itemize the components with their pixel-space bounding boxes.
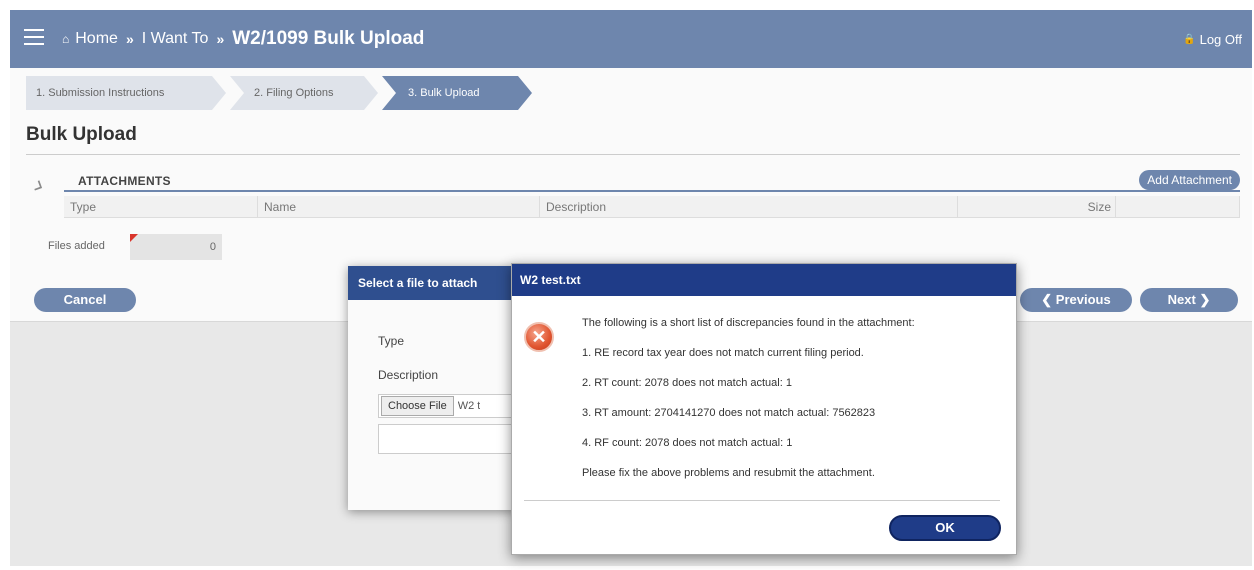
- logoff-label: Log Off: [1199, 31, 1242, 47]
- paperclip-icon: ⌟: [25, 165, 46, 196]
- error-message: The following is a short list of discrep…: [582, 316, 915, 496]
- error-dialog-title: W2 test.txt: [512, 264, 1016, 296]
- step-submission-instructions[interactable]: 1. Submission Instructions: [26, 76, 226, 110]
- column-header-description[interactable]: Description: [540, 196, 958, 217]
- chevron-right-icon: ❯: [1199, 292, 1211, 307]
- wizard-steps: 1. Submission Instructions 2. Filing Opt…: [26, 76, 536, 110]
- column-header-blank: [1116, 196, 1240, 217]
- lock-icon: 🔒: [1183, 33, 1196, 45]
- breadcrumb-separator: »: [125, 31, 134, 47]
- choose-file-button[interactable]: Choose File: [381, 396, 454, 416]
- chevron-left-icon: ❮: [1041, 292, 1053, 307]
- breadcrumb-home[interactable]: Home: [75, 30, 118, 48]
- cancel-button[interactable]: Cancel: [34, 288, 136, 312]
- error-line: The following is a short list of discrep…: [582, 317, 915, 329]
- description-label: Description: [378, 368, 439, 382]
- column-header-size[interactable]: Size: [958, 196, 1116, 217]
- description-field[interactable]: [378, 424, 516, 454]
- selected-filename: W2 t: [457, 400, 481, 412]
- previous-button[interactable]: ❮ Previous: [1020, 288, 1132, 312]
- select-file-modal: Select a file to attach Type Description…: [348, 266, 516, 510]
- error-line: 3. RT amount: 2704141270 does not match …: [582, 407, 876, 419]
- previous-label: Previous: [1055, 292, 1111, 307]
- home-icon: ⌂: [62, 32, 70, 46]
- attachments-rule: [64, 190, 1240, 192]
- add-attachment-button[interactable]: Add Attachment: [1139, 170, 1240, 190]
- hamburger-menu-icon[interactable]: [24, 29, 44, 45]
- next-button[interactable]: Next ❯: [1140, 288, 1238, 312]
- breadcrumb-i-want-to[interactable]: I Want To: [142, 30, 209, 48]
- files-added-count: 0: [130, 234, 222, 260]
- error-line: 2. RT count: 2078 does not match actual:…: [582, 377, 792, 389]
- attachments-grid-header: Type Name Description Size: [64, 196, 1240, 218]
- logoff-button[interactable]: 🔒 Log Off: [1183, 10, 1242, 68]
- page-title: Bulk Upload: [26, 124, 137, 145]
- column-header-name[interactable]: Name: [258, 196, 540, 217]
- error-line: 4. RF count: 2078 does not match actual:…: [582, 437, 793, 449]
- required-flag-icon: [130, 234, 138, 242]
- column-header-type[interactable]: Type: [64, 196, 258, 217]
- divider: [26, 154, 1240, 155]
- breadcrumb-separator: »: [216, 31, 225, 47]
- error-line: Please fix the above problems and resubm…: [582, 467, 875, 479]
- step-filing-options[interactable]: 2. Filing Options: [230, 76, 378, 110]
- next-label: Next: [1167, 292, 1196, 307]
- type-label: Type: [378, 334, 405, 348]
- attachments-label: ATTACHMENTS: [78, 174, 171, 188]
- files-added-label: Files added: [48, 240, 105, 252]
- breadcrumb: ⌂ Home » I Want To » W2/1099 Bulk Upload: [62, 10, 424, 68]
- step-bulk-upload[interactable]: 3. Bulk Upload: [382, 76, 532, 110]
- file-input[interactable]: Choose File W2 t: [378, 394, 516, 418]
- top-header: ⌂ Home » I Want To » W2/1099 Bulk Upload…: [10, 10, 1252, 68]
- attachments-header: ⌟ ATTACHMENTS Add Attachment: [26, 164, 1240, 196]
- select-file-modal-title: Select a file to attach: [348, 266, 516, 300]
- divider: [524, 500, 1000, 501]
- breadcrumb-current: W2/1099 Bulk Upload: [232, 28, 425, 49]
- error-icon: ✕: [524, 322, 554, 352]
- error-line: 1. RE record tax year does not match cur…: [582, 347, 864, 359]
- ok-button[interactable]: OK: [889, 515, 1001, 541]
- error-dialog: W2 test.txt ✕ The following is a short l…: [511, 263, 1017, 555]
